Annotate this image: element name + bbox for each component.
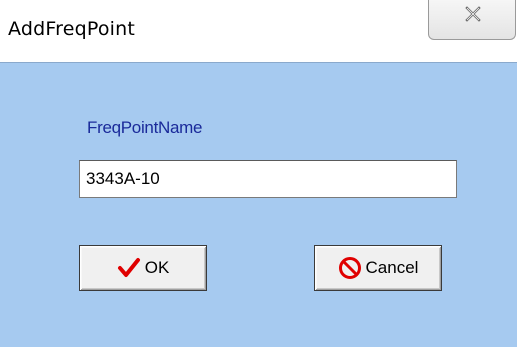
ok-button-label: OK: [144, 258, 170, 277]
close-icon: [465, 6, 481, 22]
title-bar: AddFreqPoint: [0, 0, 517, 62]
cancel-button-label: Cancel: [365, 258, 419, 277]
freq-point-name-input[interactable]: [79, 160, 457, 198]
dialog-body: FreqPointName OK Cancel: [0, 62, 517, 347]
window-title: AddFreqPoint: [8, 18, 136, 40]
ok-button[interactable]: OK: [79, 245, 207, 291]
close-button[interactable]: [428, 0, 516, 40]
freq-point-name-label: FreqPointName: [87, 118, 203, 137]
prohibited-icon: [338, 256, 362, 280]
cancel-button[interactable]: Cancel: [314, 245, 442, 291]
checkmark-icon: [117, 256, 141, 280]
add-freq-point-dialog: AddFreqPoint FreqPointName OK: [0, 0, 517, 347]
